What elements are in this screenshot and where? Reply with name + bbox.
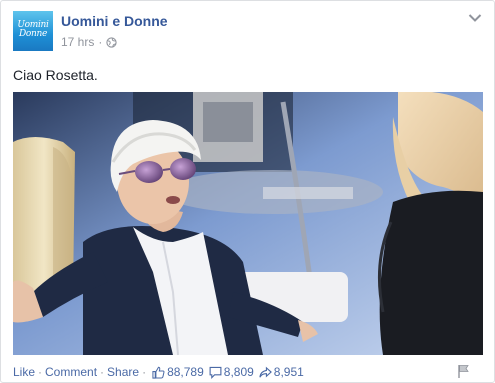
shares-count-value: 8,951 [273,365,304,379]
flag-icon[interactable] [457,364,470,379]
comments-count[interactable]: 8,809 [209,365,254,379]
logo-text-bottom: Donne [18,29,48,39]
comment-bubble-icon [209,366,222,379]
thumbs-up-icon [152,366,165,379]
share-link[interactable]: Share [107,365,139,379]
photo-illustration [13,92,483,355]
likes-count[interactable]: 88,789 [152,365,204,379]
comment-link[interactable]: Comment [45,365,97,379]
facebook-post-card: Uomini Donne Uomini e Donne 17 hrs · Cia… [0,0,495,383]
likes-count-value: 88,789 [167,365,204,379]
page-name-link[interactable]: Uomini e Donne [61,13,168,29]
chevron-down-icon[interactable] [468,13,482,23]
shares-count[interactable]: 8,951 [259,365,304,379]
footer-separator: · [142,365,147,379]
timestamp-link[interactable]: 17 hrs [61,35,94,49]
post-photo[interactable] [13,92,483,355]
footer-separator: · [100,365,105,379]
post-meta: 17 hrs · [61,35,117,49]
post-footer: Like · Comment · Share · 88,789 8,809 8,… [13,364,304,380]
page-avatar[interactable]: Uomini Donne [13,11,53,51]
globe-icon[interactable] [106,36,117,48]
meta-separator: · [98,35,103,49]
comments-count-value: 8,809 [223,365,254,379]
post-text: Ciao Rosetta. [13,67,98,83]
footer-separator: · [38,365,43,379]
like-link[interactable]: Like [13,365,35,379]
share-arrow-icon [259,366,272,377]
